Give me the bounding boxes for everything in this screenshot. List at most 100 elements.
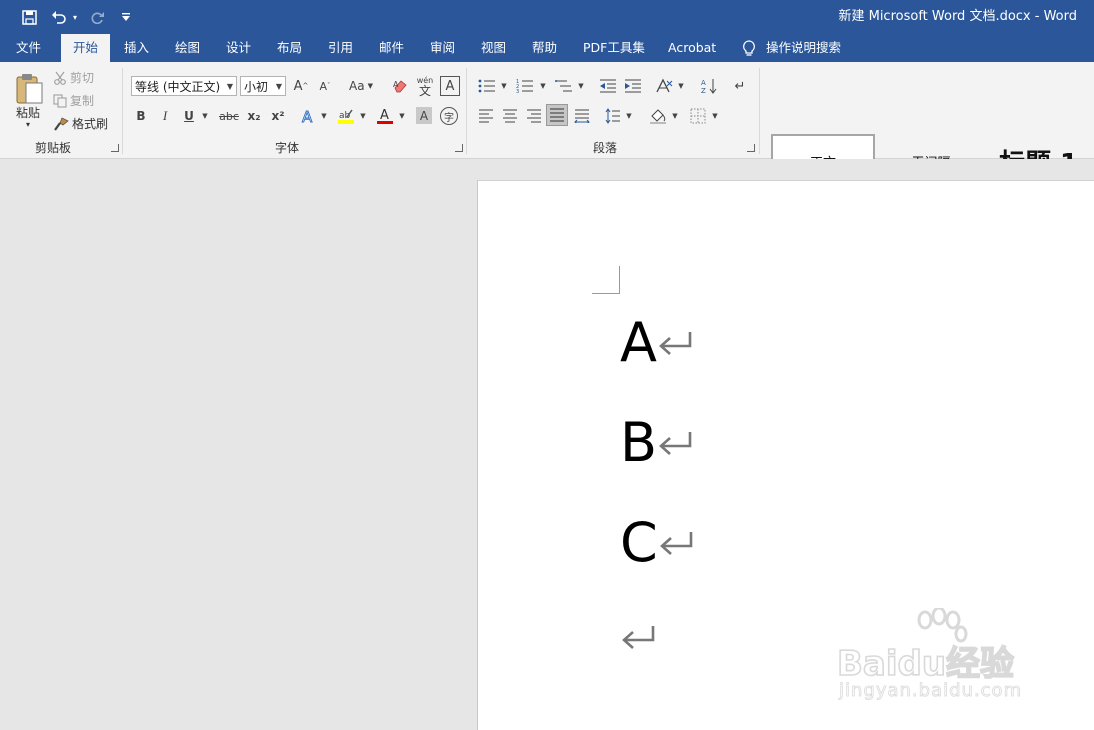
tab-layout[interactable]: 布局	[277, 34, 302, 62]
align-center-icon[interactable]	[500, 106, 520, 126]
copy-label: 复制	[70, 94, 95, 108]
bold-button[interactable]: B	[133, 106, 149, 126]
cut-label: 剪切	[70, 71, 95, 85]
sort-icon[interactable]: AZ	[699, 76, 719, 96]
font-color-icon[interactable]: A	[375, 106, 395, 126]
grow-font-icon[interactable]: A ^	[292, 76, 310, 96]
enclose-characters-icon[interactable]: 字	[440, 107, 458, 125]
paste-dropdown-icon[interactable]: ▾	[26, 120, 30, 129]
increase-indent-icon[interactable]	[622, 76, 644, 96]
paragraph-mark-icon	[658, 332, 692, 355]
paragraph-a[interactable]: A	[620, 313, 693, 373]
chevron-down-icon[interactable]: ▼	[358, 106, 368, 126]
line-spacing-icon[interactable]	[603, 106, 623, 126]
decrease-indent-icon[interactable]	[597, 76, 619, 96]
paste-button[interactable]	[12, 68, 48, 108]
tab-help[interactable]: 帮助	[532, 34, 557, 62]
show-marks-icon[interactable]: ↵	[730, 76, 750, 96]
format-painter-button[interactable]: 格式刷	[53, 115, 108, 132]
chevron-down-icon[interactable]: ▼	[676, 76, 686, 96]
highlight-color-icon[interactable]: ab	[336, 106, 356, 126]
chevron-down-icon[interactable]: ▼	[499, 76, 509, 96]
paste-label[interactable]: 粘贴	[16, 104, 40, 121]
font-group-label: 字体	[275, 141, 300, 155]
customize-qat-icon[interactable]	[118, 0, 134, 34]
strikethrough-button[interactable]: abc	[218, 106, 240, 126]
justify-icon[interactable]	[546, 104, 568, 126]
superscript-button[interactable]: x²	[268, 106, 288, 126]
tab-mailings[interactable]: 邮件	[379, 34, 404, 62]
undo-icon[interactable]	[48, 0, 70, 34]
paragraph-text: A	[620, 311, 657, 374]
svg-text:ab: ab	[339, 111, 351, 121]
shrink-font-icon[interactable]: Aˇ	[316, 76, 334, 96]
numbering-icon[interactable]: 123	[514, 76, 536, 96]
italic-button[interactable]: I	[157, 106, 173, 126]
font-name-select[interactable]: 等线 (中文正文) ▼	[131, 76, 237, 96]
shading-icon[interactable]	[648, 106, 668, 126]
align-left-icon[interactable]	[476, 106, 496, 126]
change-case-label: Aa	[349, 79, 365, 93]
tab-design[interactable]: 设计	[226, 34, 251, 62]
tab-review[interactable]: 审阅	[430, 34, 455, 62]
text-effects-icon[interactable]: A	[299, 106, 317, 126]
tab-file[interactable]: 文件	[16, 34, 41, 62]
clipboard-launcher-icon[interactable]	[111, 144, 119, 152]
clear-formatting-icon[interactable]: A	[390, 76, 410, 96]
tab-draw[interactable]: 绘图	[175, 34, 200, 62]
svg-text:A: A	[380, 108, 389, 123]
ribbon-tabs: 文件 开始 插入 绘图 设计 布局 引用 邮件 审阅 视图 帮助 PDF工具集 …	[0, 34, 1094, 62]
borders-icon[interactable]	[688, 106, 708, 126]
distributed-icon[interactable]	[572, 106, 592, 126]
tab-view[interactable]: 视图	[481, 34, 506, 62]
svg-text:A: A	[701, 79, 706, 87]
chevron-down-icon[interactable]: ▼	[319, 106, 329, 126]
cut-button[interactable]: 剪切	[53, 69, 94, 86]
font-size-select[interactable]: 小初 ▼	[240, 76, 286, 96]
redo-icon[interactable]	[86, 0, 108, 34]
tell-me-search[interactable]: 操作说明搜索	[742, 34, 841, 62]
chevron-down-icon[interactable]: ▼	[397, 106, 407, 126]
paragraph-launcher-icon[interactable]	[747, 144, 755, 152]
phonetic-guide-icon[interactable]: wén 文	[414, 75, 436, 97]
paragraph-b[interactable]: B	[620, 413, 693, 473]
clipboard-paste-icon	[16, 74, 43, 104]
subscript-button[interactable]: x₂	[244, 106, 264, 126]
font-launcher-icon[interactable]	[455, 144, 463, 152]
align-right-icon[interactable]	[524, 106, 544, 126]
chinese-layout-icon[interactable]	[653, 76, 675, 96]
chevron-down-icon[interactable]: ▼	[538, 76, 548, 96]
copy-button[interactable]: 复制	[53, 92, 94, 109]
svg-text:Z: Z	[701, 87, 706, 94]
character-shading-icon[interactable]: A	[416, 107, 432, 124]
tab-pdf-tools[interactable]: PDF工具集	[583, 34, 645, 62]
chevron-down-icon[interactable]: ▼	[670, 106, 680, 126]
underline-button[interactable]: U	[181, 106, 197, 126]
undo-dropdown-icon[interactable]: ▾	[70, 0, 80, 34]
chevron-down-icon[interactable]: ▼	[624, 106, 634, 126]
chevron-down-icon[interactable]: ▼	[576, 76, 586, 96]
group-separator	[466, 68, 467, 154]
paragraph-mark-icon	[622, 626, 655, 649]
paragraph-c[interactable]: C	[620, 513, 694, 573]
clipboard-group-label: 剪贴板	[35, 141, 72, 155]
change-case-button[interactable]: Aa ▼	[345, 76, 377, 96]
tab-insert[interactable]: 插入	[124, 34, 149, 62]
tab-acrobat[interactable]: Acrobat	[668, 34, 716, 62]
underline-dropdown-icon[interactable]: ▼	[200, 106, 210, 126]
bullets-icon[interactable]	[476, 76, 498, 96]
character-border-icon[interactable]: A	[440, 76, 460, 96]
paragraph-empty[interactable]	[620, 622, 656, 652]
multilevel-list-icon[interactable]	[553, 76, 575, 96]
tab-home[interactable]: 开始	[61, 34, 111, 62]
chevron-down-icon[interactable]: ▼	[710, 106, 720, 126]
copy-icon	[53, 93, 67, 108]
format-painter-icon	[54, 116, 69, 131]
scissors-icon	[54, 71, 66, 85]
tab-references[interactable]: 引用	[328, 34, 353, 62]
paragraph-mark-icon	[659, 432, 692, 455]
paragraph-text: B	[620, 411, 658, 474]
watermark-brand: Baidu经验	[836, 643, 1015, 685]
save-icon[interactable]	[18, 0, 40, 34]
svg-text:A: A	[393, 80, 399, 89]
